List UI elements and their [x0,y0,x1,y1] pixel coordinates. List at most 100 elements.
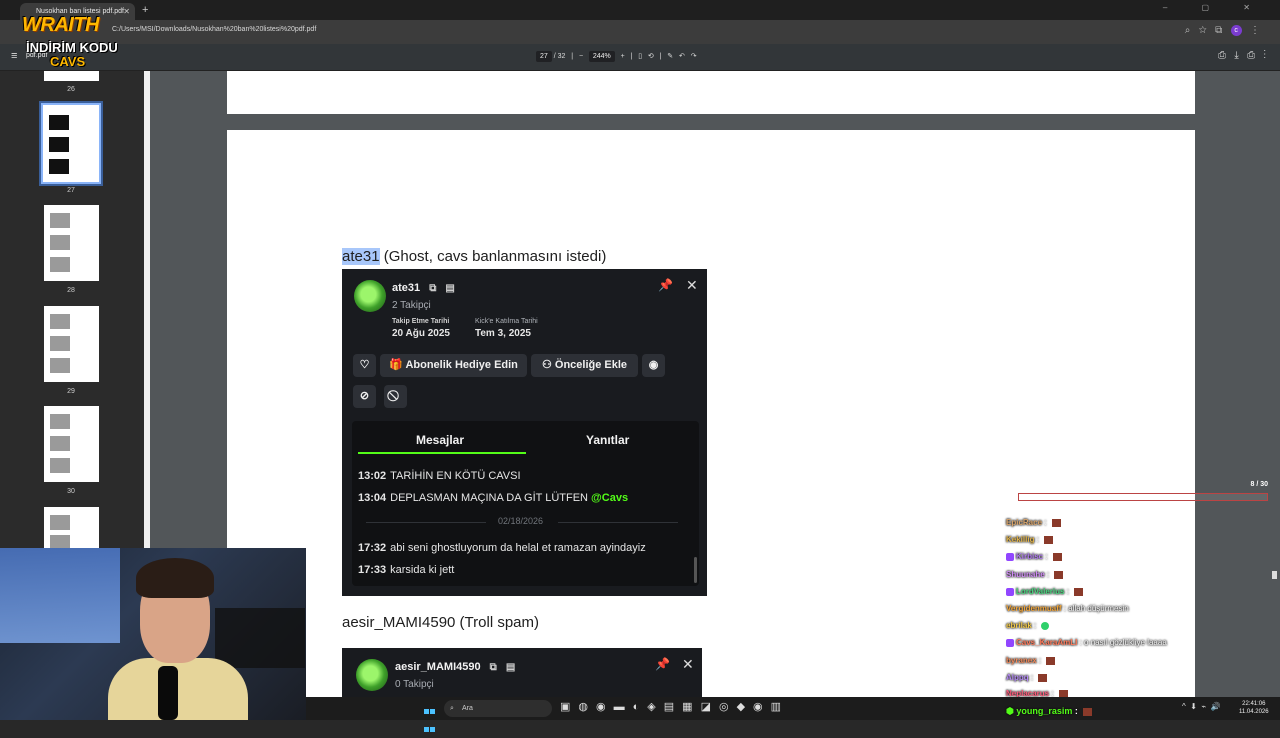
spotify-icon[interactable]: ◎ [719,701,737,713]
thumbnail-page-31[interactable] [44,507,99,550]
chat-username: Kekillig [1006,535,1035,544]
priority-button-label: Önceliğe Ekle [554,359,628,371]
clock-date: 11.04.2026 [1239,709,1269,715]
current-page-input[interactable]: 27 [536,51,552,62]
chat-username: LordValerius [1016,587,1065,596]
address-bar-icons[interactable]: ⌕ ☆ ⧉ c ⋮ [1185,25,1260,36]
page-controls: 27 / 32 | − 244% + | ▯ ⟲ | ✎ ↶ ↷ [536,51,697,62]
browser-menu-icon[interactable]: ⋮ [1250,25,1260,36]
app-icon[interactable]: ▥ [771,701,789,713]
taskbar-apps: ▣◍◉▬◐◈▤▦◪◎◆◉▥ [560,700,789,713]
zoom-level-input[interactable]: 244% [588,51,615,62]
emote-icon [1038,673,1048,682]
thumbnail-page-30[interactable] [44,406,99,482]
taskbar-clock[interactable]: 22:41:06 11.04.2026 [1239,700,1269,716]
app-icon[interactable]: ▦ [682,701,700,713]
gift-icon: 🎁 [389,359,403,371]
explorer-icon[interactable]: ▬ [614,701,633,713]
profile-avatar[interactable]: c [1230,25,1242,36]
redo-icon[interactable]: ↷ [691,53,697,60]
app-icon[interactable]: ◈ [647,701,663,713]
card-icon: ▤ [505,662,516,673]
url-field[interactable]: C:/Users/MSI/Downloads/Nusokhan%20ban%20… [112,26,316,33]
message-time: 13:02 [358,470,387,482]
user-card-screenshot: aesir_MAMI4590 ⧉ ▤ 0 Takipçi 📌 ✕ [342,648,702,703]
save-icon[interactable]: ⎙ [1218,50,1226,61]
card-username: ate31 ⧉ ▤ [392,282,455,294]
task-view-icon[interactable]: ▣ [560,701,578,713]
app-icon[interactable]: ◆ [737,701,753,713]
date-separator: 02/18/2026 [358,516,688,528]
active-tab-indicator [358,452,526,454]
zoom-in-icon[interactable]: + [621,53,625,60]
chat-username: Shuunahe [1006,570,1045,579]
messages-panel: Mesajlar Yanıtlar 13:02 TARİHİN EN KÖTÜ C… [352,421,699,586]
pin-icon: 📌 [655,657,670,671]
close-tab-icon[interactable]: ✕ [123,3,130,20]
heart-icon: ♡ [353,354,376,377]
chrome-icon[interactable]: ◉ [596,701,614,713]
emote-icon [1051,518,1061,527]
chat-badge-icon: ⬢ [1006,706,1014,716]
chat-username: Cavs_KaraAmLI [1016,638,1078,647]
hamburger-menu-icon[interactable]: ≡ [11,50,17,62]
download-icon[interactable]: ⤓ [1234,50,1238,61]
sponsor-logo: WRAITH İNDİRİM KODU CAVS [22,14,122,72]
entry-heading: ate31 (Ghost, cavs banlanmasını istedi) [342,248,606,265]
chat-line: ⬢ young_rasim : [1006,706,1093,717]
messages-scrollbar [694,557,697,583]
thumbnail-block [50,458,70,473]
fit-page-icon[interactable]: ▯ [638,53,642,60]
thumbnail-block [50,358,70,373]
thumbnail-page-27[interactable] [39,101,103,186]
thumbnail-page-28[interactable] [44,205,99,281]
zoom-icon[interactable]: ⌕ [1185,25,1191,36]
app-icon[interactable]: ▤ [664,701,682,713]
app-icon[interactable]: ◪ [701,701,719,713]
username-text: aesir_MAMI4590 [395,661,481,673]
avatar [356,659,388,691]
more-options-icon[interactable]: ⋮ [1264,50,1267,61]
print-icon[interactable]: ⎙ [1247,50,1255,61]
browser-icon[interactable]: ◐ [633,701,648,713]
bookmark-star-icon[interactable]: ☆ [1199,25,1207,36]
undo-icon[interactable]: ↶ [679,53,685,60]
new-tab-icon[interactable]: + [142,3,148,17]
chat-username: young_rasim [1016,706,1073,716]
zoom-out-icon[interactable]: − [579,53,583,60]
thumbnail-block [50,436,70,451]
username-text: ate31 [392,282,421,294]
windows-start-icon[interactable] [424,702,436,732]
webcam-overlay [0,548,306,720]
thumbnail-page-29[interactable] [44,306,99,382]
emote-icon [1054,570,1064,579]
emote-icon [1041,621,1050,630]
eye-icon: ◉ [642,354,665,377]
thumbnail-block [50,515,70,530]
system-tray[interactable]: ^ ⬇ ⌁ 🔊 [1182,702,1221,711]
edge-icon[interactable]: ◍ [578,701,596,713]
extensions-icon[interactable]: ⧉ [1215,25,1222,36]
thumbnail-page-26[interactable] [44,71,99,81]
viewer-scrollbar[interactable] [1272,571,1277,579]
follower-count: 2 Takipçi [392,300,431,311]
annotate-icon[interactable]: ✎ [667,53,673,60]
streamer-hair [136,558,214,598]
thumbnail-number: 30 [67,488,75,495]
separator-line [366,522,486,523]
entry-reason: (Ghost, cavs banlanmasını istedi) [379,248,607,265]
chat-line: LordValerius : [1006,587,1084,596]
follow-date-label: Takip Etme Tarihi [392,318,450,325]
gift-button-label: Abonelik Hediye Edin [405,359,518,371]
card-username: aesir_MAMI4590 ⧉ ▤ [395,661,515,673]
webcam-window-light [0,548,120,643]
emote-icon [1083,707,1093,716]
thumbnail-block [50,257,70,272]
chat-username: byranex [1006,656,1037,665]
taskbar-search[interactable]: ⌕ Ara [444,700,552,717]
app-icon[interactable]: ◉ [753,701,771,713]
rotate-icon[interactable]: ⟲ [648,53,654,60]
window-controls[interactable]: – ▢ ✕ [1163,3,1266,12]
pdf-page-26 [227,71,1195,114]
chat-username: Alppq [1006,673,1029,682]
